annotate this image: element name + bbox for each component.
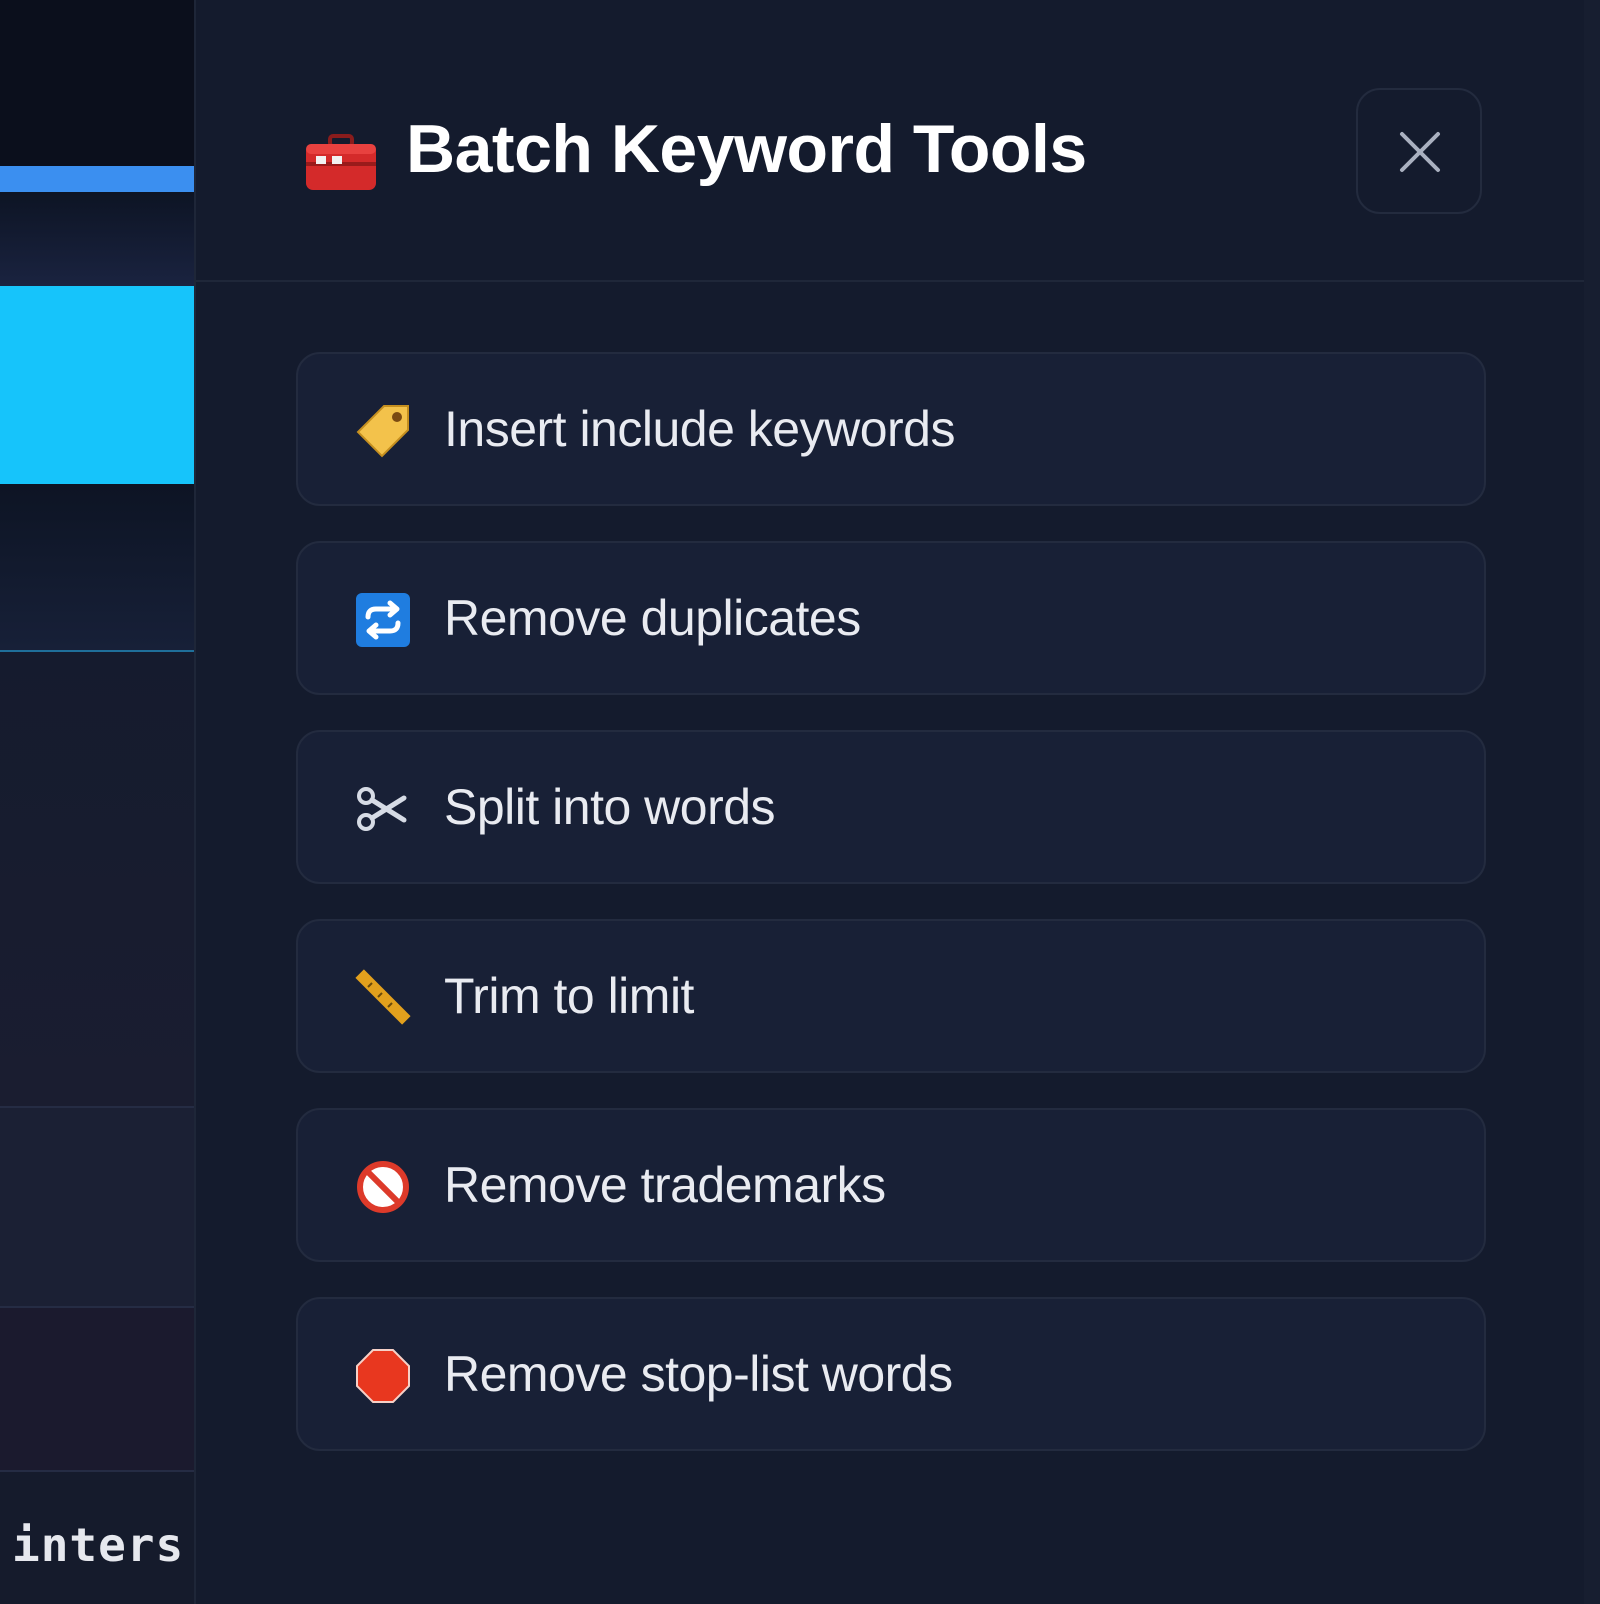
background-code-text: inters bbox=[12, 1518, 185, 1572]
remove-stop-list-words-button[interactable]: Remove stop-list words bbox=[296, 1297, 1486, 1451]
action-list: Insert include keywords Remove duplicate… bbox=[296, 352, 1486, 1486]
background-shade bbox=[0, 192, 194, 286]
batch-keyword-tools-panel: Batch Keyword Tools Insert include keywo… bbox=[194, 0, 1584, 1604]
remove-trademarks-button[interactable]: Remove trademarks bbox=[296, 1108, 1486, 1262]
panel-edge bbox=[1584, 0, 1600, 1604]
background-content bbox=[0, 652, 194, 1106]
action-label: Remove stop-list words bbox=[444, 1346, 953, 1402]
action-label: Insert include keywords bbox=[444, 401, 955, 457]
background-row[interactable] bbox=[0, 1108, 194, 1306]
action-label: Split into words bbox=[444, 779, 776, 835]
repeat-icon bbox=[354, 591, 412, 649]
screen: inters Batch Keyword Tools Insert includ… bbox=[0, 0, 1600, 1604]
action-label: Remove duplicates bbox=[444, 590, 861, 646]
trim-to-limit-button[interactable]: Trim to limit bbox=[296, 919, 1486, 1073]
background-row[interactable] bbox=[0, 1308, 194, 1470]
label-tag-icon bbox=[354, 402, 412, 460]
action-label: Remove trademarks bbox=[444, 1157, 886, 1213]
background-selected-item[interactable] bbox=[0, 286, 194, 484]
prohibited-icon bbox=[354, 1158, 412, 1216]
panel-header: Batch Keyword Tools bbox=[196, 0, 1584, 282]
split-into-words-button[interactable]: Split into words bbox=[296, 730, 1486, 884]
ruler-icon bbox=[354, 969, 412, 1027]
insert-include-keywords-button[interactable]: Insert include keywords bbox=[296, 352, 1486, 506]
background-app: inters bbox=[0, 0, 194, 1604]
action-label: Trim to limit bbox=[444, 968, 694, 1024]
background-accent-bar bbox=[0, 166, 194, 192]
panel-title: Batch Keyword Tools bbox=[406, 111, 1087, 187]
background-shade bbox=[0, 484, 194, 650]
scissors-icon bbox=[354, 780, 412, 838]
stop-sign-icon bbox=[354, 1347, 412, 1405]
toolbox-icon bbox=[304, 134, 378, 192]
background-header bbox=[0, 0, 194, 166]
close-button[interactable] bbox=[1356, 88, 1482, 214]
close-icon bbox=[1400, 132, 1440, 172]
remove-duplicates-button[interactable]: Remove duplicates bbox=[296, 541, 1486, 695]
